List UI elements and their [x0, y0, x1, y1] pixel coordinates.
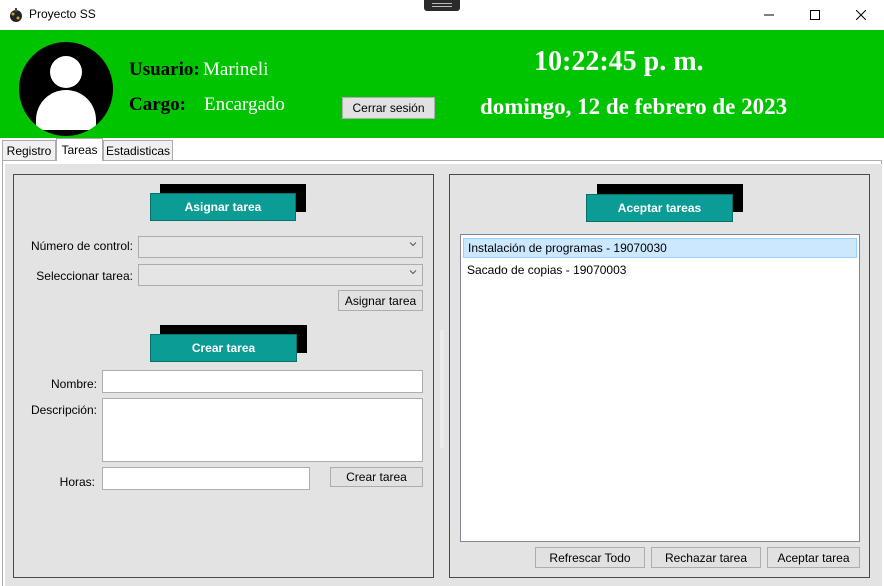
assign-task-heading: Asignar tarea — [150, 193, 296, 221]
avatar-icon — [19, 42, 113, 136]
create-task-button[interactable]: Crear tarea — [330, 467, 423, 487]
minimize-icon — [764, 14, 774, 16]
tab-registro[interactable]: Registro — [2, 140, 56, 160]
clock-date: domingo, 12 de febrero de 2023 — [480, 94, 788, 119]
usuario-value: Marineli — [203, 59, 269, 80]
list-item[interactable]: Instalación de programas - 19070030 — [463, 238, 857, 258]
close-button[interactable] — [838, 0, 884, 30]
hours-input[interactable] — [102, 467, 310, 490]
description-input[interactable] — [102, 398, 423, 462]
chevron-down-icon — [409, 242, 417, 247]
chevron-down-icon — [409, 270, 417, 275]
cargo-value: Encargado — [204, 94, 285, 115]
hours-label: Horas: — [59, 475, 95, 489]
minimize-button[interactable] — [746, 0, 792, 30]
maximize-button[interactable] — [792, 0, 838, 30]
name-label: Nombre: — [50, 377, 97, 391]
control-number-label: Número de control: — [30, 239, 133, 253]
description-label: Descripción: — [30, 403, 97, 417]
drag-grip-icon[interactable] — [424, 0, 460, 11]
refresh-all-button[interactable]: Refrescar Todo — [535, 547, 645, 568]
control-number-select[interactable] — [138, 236, 423, 258]
cargo-label: Cargo: — [129, 94, 186, 115]
clock-time: 10:22:45 p. m. — [534, 46, 704, 77]
task-select[interactable] — [138, 264, 423, 286]
list-item[interactable]: Sacado de copias - 19070003 — [463, 260, 857, 280]
accept-task-button[interactable]: Aceptar tarea — [767, 547, 860, 568]
pending-task-list[interactable]: Instalación de programas - 19070030 Saca… — [460, 234, 860, 542]
usuario-label: Usuario: — [129, 59, 200, 80]
splitter-handle[interactable] — [440, 330, 444, 448]
select-task-label: Seleccionar tarea: — [36, 269, 133, 283]
reject-task-button[interactable]: Rechazar tarea — [651, 547, 761, 568]
create-task-heading: Crear tarea — [150, 334, 297, 362]
assign-task-button[interactable]: Asignar tarea — [338, 290, 423, 311]
app-icon — [8, 7, 24, 23]
logout-button[interactable]: Cerrar sesión — [342, 97, 435, 119]
window-title: Proyecto SS — [29, 7, 96, 21]
tab-tareas[interactable]: Tareas — [56, 138, 103, 161]
name-input[interactable] — [102, 370, 423, 393]
accept-tasks-heading: Aceptar tareas — [586, 194, 733, 222]
close-icon — [856, 10, 866, 20]
tab-estadisticas[interactable]: Estadisticas — [103, 140, 173, 160]
maximize-icon — [810, 10, 820, 20]
header-bar: Usuario: Marineli Cargo: Encargado 10:22… — [0, 30, 884, 138]
